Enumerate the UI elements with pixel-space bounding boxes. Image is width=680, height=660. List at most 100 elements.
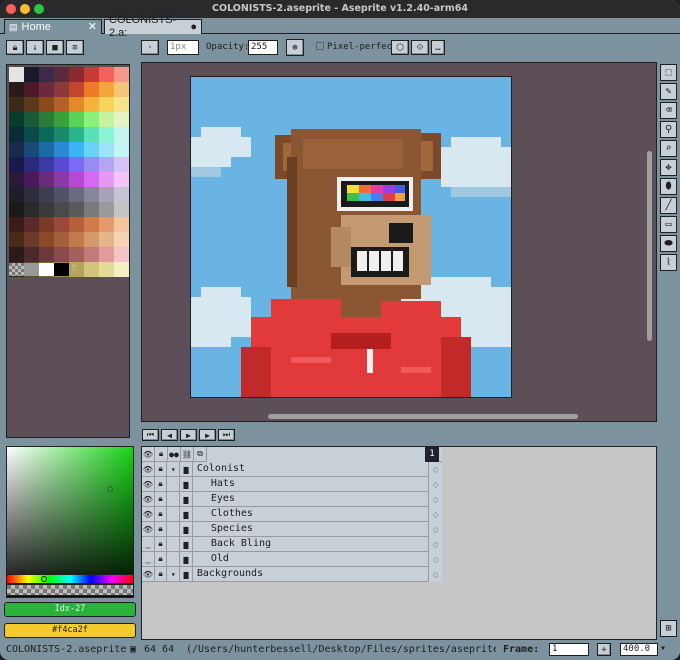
visibility-icon[interactable]: 👁︎: [142, 507, 155, 522]
palette-swatch[interactable]: [99, 232, 114, 247]
palette-swatch[interactable]: [54, 142, 69, 157]
palette-swatch[interactable]: [54, 187, 69, 202]
palette-swatch[interactable]: [99, 187, 114, 202]
visibility-icon[interactable]: 👁︎: [142, 477, 155, 492]
move-tool[interactable]: ✥: [660, 159, 677, 176]
palette-swatch[interactable]: [84, 97, 99, 112]
palette-swatch[interactable]: [39, 217, 54, 232]
pixel-perfect-checkbox[interactable]: [316, 42, 324, 50]
first-frame-button[interactable]: ⏮: [142, 429, 159, 441]
tab-document[interactable]: COLONISTS-2.a: ●: [104, 14, 202, 39]
palette-swatch[interactable]: [114, 232, 129, 247]
palette-swatch[interactable]: [54, 127, 69, 142]
cel-icon[interactable]: ○: [428, 507, 442, 522]
palette-swatch[interactable]: [69, 232, 84, 247]
last-frame-button[interactable]: ⏭: [218, 429, 235, 441]
link-cels-icon[interactable]: ⛓︎: [181, 447, 194, 462]
palette-swatch[interactable]: [9, 172, 24, 187]
symmetry-button[interactable]: ⬡: [391, 40, 409, 55]
lock-icon[interactable]: 🔒︎: [154, 477, 168, 492]
sprite-canvas[interactable]: [190, 76, 512, 398]
palette-swatch[interactable]: [39, 187, 54, 202]
palette-swatch[interactable]: [69, 82, 84, 97]
picker-cursor[interactable]: [107, 486, 113, 492]
palette-swatch[interactable]: [9, 187, 24, 202]
palette-swatch[interactable]: [9, 217, 24, 232]
cel-icon[interactable]: ○: [428, 537, 442, 552]
palette-swatch[interactable]: [39, 247, 54, 262]
pencil-tool[interactable]: ✎: [660, 83, 677, 100]
palette-swatch[interactable]: [69, 142, 84, 157]
visibility-icon[interactable]: 👁︎: [142, 567, 155, 582]
opacity-field[interactable]: 255: [248, 40, 278, 55]
palette-swatch[interactable]: [99, 127, 114, 142]
contour-tool[interactable]: ⬬: [660, 235, 677, 252]
palette-swatch[interactable]: [114, 157, 129, 172]
palette-swatch[interactable]: [9, 127, 24, 142]
palette-swatch[interactable]: [39, 67, 54, 82]
palette-swatch[interactable]: [24, 97, 39, 112]
palette-swatch[interactable]: [114, 67, 129, 82]
palette-swatch[interactable]: [54, 112, 69, 127]
close-window-button[interactable]: [6, 4, 16, 14]
palette-swatch[interactable]: [84, 217, 99, 232]
expand-icon[interactable]: [167, 492, 181, 507]
layer-row[interactable]: 👁︎ 🔒︎ ▆ Hats ○: [142, 477, 442, 492]
eraser-tool[interactable]: ⌫: [660, 102, 677, 119]
palette-swatch[interactable]: [24, 202, 39, 217]
palette-swatch[interactable]: [9, 112, 24, 127]
palette-swatch[interactable]: [84, 262, 99, 277]
lock-icon[interactable]: 🔒︎: [154, 507, 168, 522]
palette-swatch[interactable]: [39, 127, 54, 142]
palette-swatch[interactable]: [69, 202, 84, 217]
zoom-tool[interactable]: ⌕: [660, 140, 677, 157]
lock-icon[interactable]: 🔒︎: [154, 492, 168, 507]
palette-swatch[interactable]: [39, 202, 54, 217]
zoom-window-button[interactable]: [34, 4, 44, 14]
palette-resize-handle[interactable]: ⠿: [71, 264, 77, 273]
layer-row[interactable]: 👁︎ 🔒︎ ▾ ▆ Backgrounds ○: [142, 567, 442, 582]
frame-field[interactable]: 1: [549, 643, 589, 656]
palette-swatch[interactable]: [84, 157, 99, 172]
visibility-icon[interactable]: ‿: [142, 552, 155, 567]
presets-button[interactable]: ■: [46, 40, 64, 55]
palette-swatch[interactable]: [54, 202, 69, 217]
palette-swatch[interactable]: [39, 232, 54, 247]
palette-swatch[interactable]: [39, 82, 54, 97]
layers-icon[interactable]: ⧉: [194, 447, 207, 462]
palette-swatch[interactable]: [9, 157, 24, 172]
cel-icon[interactable]: ○: [428, 462, 442, 477]
cel-icon[interactable]: ○: [428, 522, 442, 537]
palette-swatch[interactable]: [99, 67, 114, 82]
layer-row[interactable]: ‿ 🔒︎ ▆ Back Bling ○: [142, 537, 442, 552]
visibility-icon[interactable]: 👁︎: [142, 492, 155, 507]
close-icon[interactable]: ✕: [88, 21, 97, 34]
minimize-window-button[interactable]: [20, 4, 30, 14]
background-color-bar[interactable]: #f4ca2f: [4, 623, 136, 638]
palette-swatch[interactable]: [54, 97, 69, 112]
blur-tool[interactable]: ⌇: [660, 254, 677, 271]
palette-swatch[interactable]: [114, 127, 129, 142]
frame-header[interactable]: 1: [425, 447, 439, 462]
new-frame-button[interactable]: +: [597, 643, 611, 656]
palette-swatch[interactable]: [9, 247, 24, 262]
expand-icon[interactable]: ▾: [167, 567, 181, 582]
palette-swatch[interactable]: [54, 247, 69, 262]
palette-swatch[interactable]: [69, 187, 84, 202]
sort-palette-button[interactable]: ↓: [26, 40, 44, 55]
palette-swatch[interactable]: [114, 142, 129, 157]
layer-row[interactable]: 👁︎ 🔒︎ ▆ Species ○: [142, 522, 442, 537]
lock-icon[interactable]: 🔒︎: [154, 552, 168, 567]
lock-icon[interactable]: 🔒︎: [154, 567, 168, 582]
palette-swatch[interactable]: [39, 172, 54, 187]
palette-swatch[interactable]: [114, 247, 129, 262]
expand-icon[interactable]: [167, 522, 181, 537]
tab-home[interactable]: ▤ Home ✕: [4, 19, 102, 34]
palette-swatch[interactable]: [114, 97, 129, 112]
expand-icon[interactable]: ▾: [167, 462, 181, 477]
palette-options-button[interactable]: ≡: [66, 40, 84, 55]
palette-swatch[interactable]: [99, 157, 114, 172]
previous-frame-button[interactable]: ◀: [161, 429, 178, 441]
horizontal-scrollbar[interactable]: [268, 414, 578, 419]
palette-swatch[interactable]: [54, 172, 69, 187]
